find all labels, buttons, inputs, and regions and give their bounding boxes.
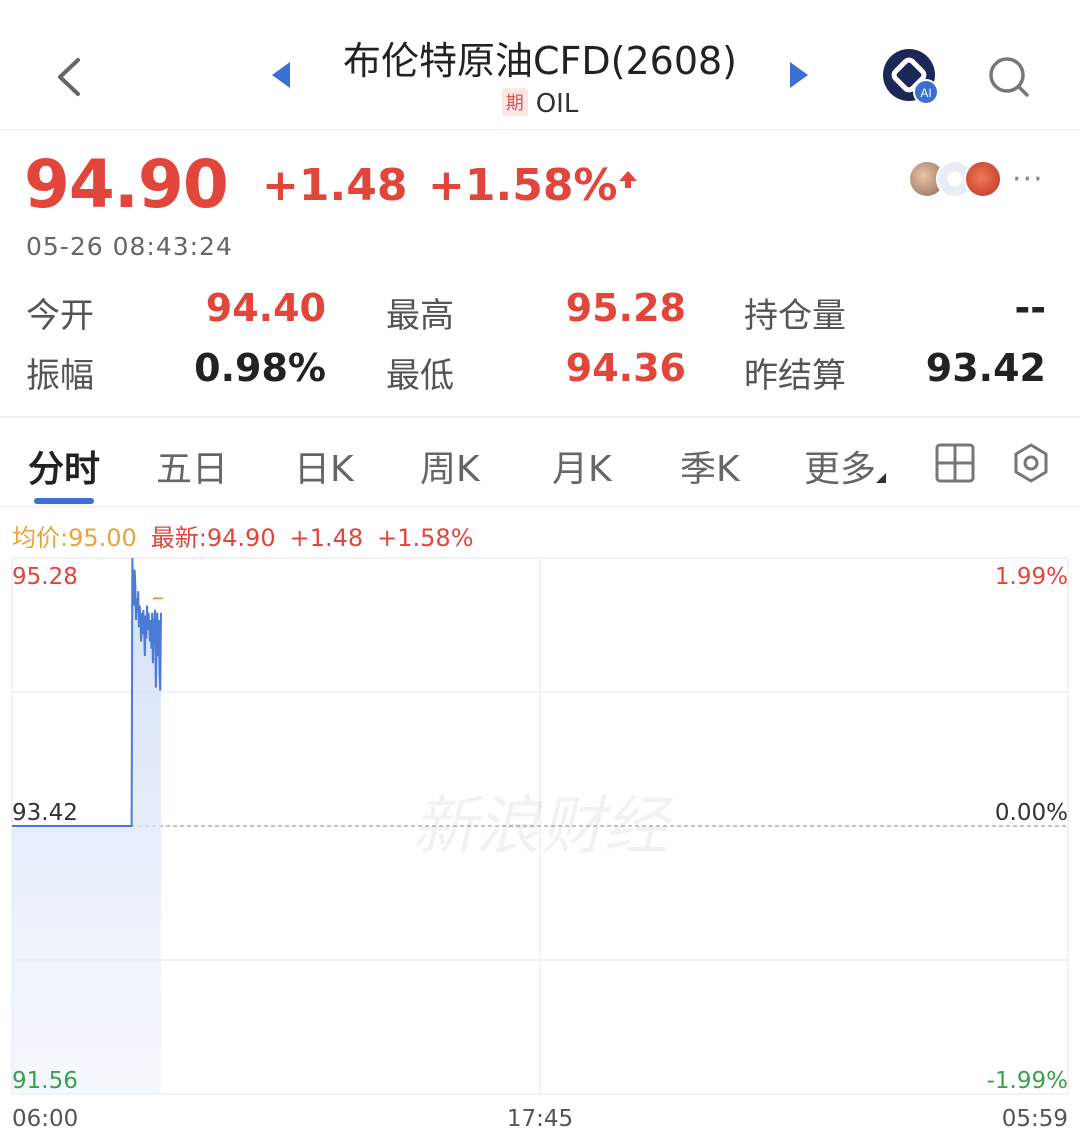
open-value: 94.40	[205, 286, 326, 330]
back-icon[interactable]	[48, 52, 92, 102]
x-axis-label: 17:45	[507, 1106, 573, 1132]
instrument-subtitle: 期 OIL	[300, 88, 780, 119]
ai-badge-label: AI	[920, 86, 931, 100]
instrument-title: 布伦特原油CFD(2608)	[342, 39, 737, 83]
x-axis-label: 05:59	[1002, 1106, 1068, 1132]
tab-more[interactable]: 更多	[804, 440, 887, 492]
up-arrow-icon	[619, 171, 637, 188]
header: 布伦特原油CFD(2608) 期 OIL AI	[0, 0, 1080, 130]
amplitude-label: 振幅	[26, 356, 94, 396]
open-interest-value: --	[1014, 286, 1046, 330]
last-price: 94.90	[24, 146, 229, 223]
x-axis-label: 06:00	[12, 1106, 78, 1132]
price-change-percent: +1.58%	[428, 160, 618, 211]
y-axis-right-label: 1.99%	[995, 564, 1068, 590]
previous-instrument-icon[interactable]	[272, 62, 290, 88]
tab-five-day[interactable]: 五日	[156, 440, 228, 492]
price-change: +1.48	[262, 160, 408, 211]
quote-timestamp: 05-26 08:43:24	[26, 232, 233, 261]
low-label: 最低	[386, 356, 454, 396]
y-axis-left-label: 91.56	[12, 1068, 78, 1094]
tab-quarterly-k[interactable]: 季K	[680, 440, 740, 492]
instrument-code: OIL	[535, 89, 579, 119]
high-value: 95.28	[565, 286, 686, 330]
prev-settle-label: 昨结算	[744, 356, 846, 396]
active-tab-indicator	[34, 498, 94, 504]
tab-weekly-k[interactable]: 周K	[420, 440, 480, 492]
high-label: 最高	[386, 296, 454, 336]
prev-settle-value: 93.42	[925, 346, 1046, 390]
tab-intraday[interactable]: 分时	[28, 440, 100, 492]
y-axis-right-label: 0.00%	[995, 800, 1068, 826]
search-icon[interactable]	[986, 54, 1032, 100]
tabs-divider	[0, 506, 1080, 507]
y-axis-left-label: 95.28	[12, 564, 78, 590]
y-axis-right-label: -1.99%	[987, 1068, 1068, 1094]
amplitude-value: 0.98%	[194, 346, 326, 390]
avatar	[964, 160, 1002, 198]
open-label: 今开	[26, 296, 94, 336]
tab-daily-k[interactable]: 日K	[294, 440, 354, 492]
next-instrument-icon[interactable]	[790, 62, 808, 88]
tab-monthly-k[interactable]: 月K	[552, 440, 612, 492]
watermark: 新浪财经	[412, 790, 674, 864]
more-options-icon[interactable]: ···	[1012, 162, 1044, 197]
ai-assistant-icon[interactable]: AI	[882, 48, 940, 106]
section-divider	[0, 416, 1080, 418]
futures-badge: 期	[501, 88, 528, 116]
open-interest-label: 持仓量	[744, 296, 846, 336]
community-avatars[interactable]	[908, 160, 1004, 200]
settings-icon[interactable]	[1010, 442, 1052, 484]
grid-layout-icon[interactable]	[934, 442, 976, 484]
intraday-chart[interactable]: 新浪财经 95.28 1.99% 93.42 0.00% 91.56 -1.99% 06:0…	[0, 540, 1080, 1143]
y-axis-left-label: 93.42	[12, 800, 78, 826]
low-value: 94.36	[565, 346, 686, 390]
dropdown-corner-icon	[876, 473, 887, 483]
tab-more-label: 更多	[804, 449, 877, 490]
